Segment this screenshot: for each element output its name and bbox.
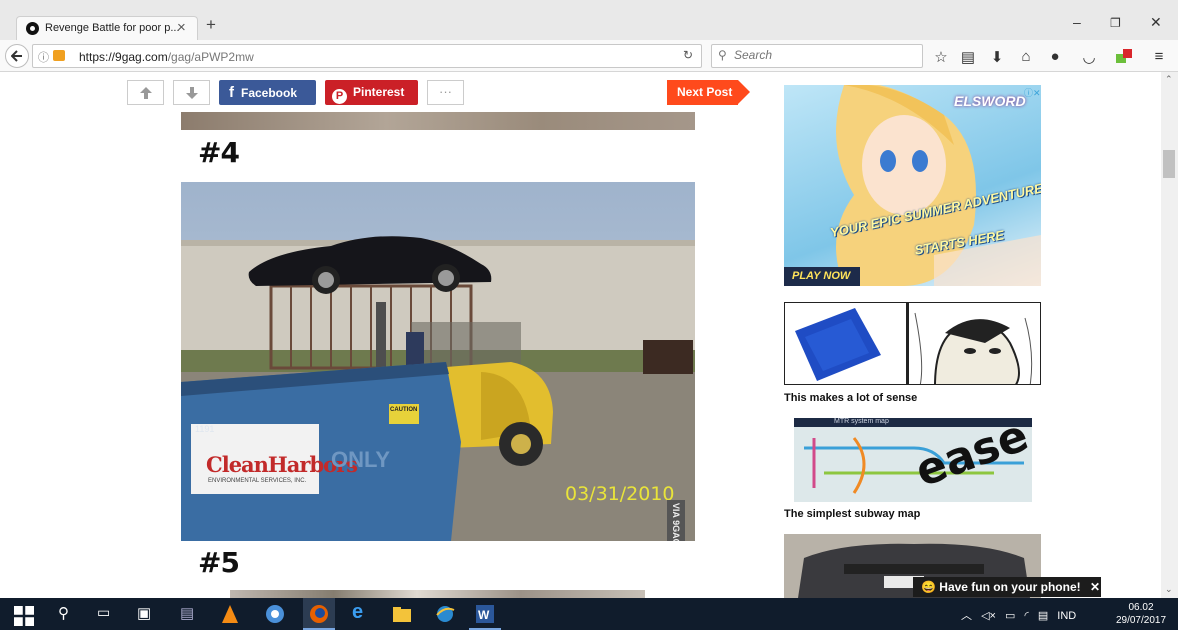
addon-badge-icon <box>1116 49 1132 63</box>
sidebar-caption-1[interactable]: This makes a lot of sense <box>784 392 917 404</box>
show-hidden-icons-icon[interactable]: ︿ <box>961 610 972 622</box>
insecure-lock-icon <box>53 50 65 61</box>
site-info-icon[interactable]: ⓘ <box>38 49 49 65</box>
bookmark-star-icon[interactable]: ☆ <box>931 48 951 66</box>
wifi-icon[interactable]: ◜ <box>1024 610 1028 622</box>
browser-tab[interactable]: Revenge Battle for poor p... × <box>16 16 198 40</box>
browser-app-icon[interactable] <box>265 604 285 624</box>
clock-time: 06.02 <box>1128 602 1154 613</box>
firefox-icon <box>310 605 328 623</box>
action-center-icon[interactable]: ▤ <box>1038 610 1048 622</box>
toast-close-icon[interactable]: ✕ <box>1090 580 1100 594</box>
pinterest-label: Pinterest <box>353 85 405 99</box>
previous-image-strip <box>181 112 695 130</box>
web-page: f Facebook P Pinterest ··· Next Post #4 <box>0 72 1178 598</box>
facebook-label: Facebook <box>241 86 298 100</box>
restore-button[interactable]: ❐ <box>1110 16 1121 30</box>
post-image[interactable]: CleanHarbors ENVIRONMENTAL SERVICES, INC… <box>181 182 695 541</box>
url-text[interactable]: https://9gag.com/gag/aPWP2mw <box>79 50 254 64</box>
pinterest-share-button[interactable]: P Pinterest <box>325 80 418 105</box>
addon-icon[interactable] <box>1114 48 1134 68</box>
sidebar-thumbnail-1[interactable] <box>784 302 1041 385</box>
down-arrow-icon <box>185 87 198 99</box>
clock-date: 29/07/2017 <box>1115 615 1167 626</box>
pinterest-icon: P <box>332 89 347 104</box>
address-bar[interactable]: ⓘ https://9gag.com/gag/aPWP2mw ↻ <box>32 44 702 68</box>
9gag-favicon-icon <box>26 22 39 35</box>
next-image-strip <box>230 590 645 598</box>
tab-close-icon[interactable]: × <box>177 19 186 36</box>
up-arrow-icon <box>139 87 152 99</box>
svg-text:W: W <box>478 608 490 622</box>
section-heading-4: #4 <box>198 136 240 169</box>
search-box[interactable]: ⚲ <box>711 44 923 68</box>
scrollbar-thumb[interactable] <box>1163 150 1175 178</box>
ad-brand-logo: ELSWORD <box>954 93 1026 109</box>
chat-icon[interactable]: ● <box>1045 48 1065 65</box>
tab-strip: Revenge Battle for poor p... × + – ❐ ✕ <box>0 0 1178 40</box>
windows-start-icon[interactable] <box>14 606 34 626</box>
firefox-taskbar-active[interactable] <box>303 598 335 630</box>
more-share-button[interactable]: ··· <box>427 80 464 105</box>
window-close-button[interactable]: ✕ <box>1150 14 1162 31</box>
edge-icon[interactable]: e <box>352 601 372 623</box>
image-date-stamp: 03/31/2010 <box>565 483 675 505</box>
battery-icon[interactable]: ▭ <box>1005 610 1015 622</box>
file-explorer-icon[interactable] <box>392 604 412 624</box>
taskbar-clock[interactable]: 06.02 29/07/2017 <box>1109 601 1173 627</box>
input-language[interactable]: IND <box>1057 610 1076 622</box>
bookmarks-library-icon[interactable]: ▤ <box>958 48 978 66</box>
toast-text: 😄 Have fun on your phone! <box>921 580 1081 594</box>
menu-hamburger-icon[interactable]: ≡ <box>1149 48 1169 65</box>
word-icon: W <box>476 605 494 623</box>
caution-sign: CAUTION <box>390 407 418 413</box>
downvote-button[interactable] <box>173 80 210 105</box>
anime-ad-artwork <box>836 85 1041 286</box>
comic-thumbnail <box>795 303 1033 384</box>
vlc-icon[interactable] <box>220 604 240 624</box>
search-input[interactable] <box>734 48 914 62</box>
internet-explorer-icon[interactable] <box>435 604 455 624</box>
section-heading-5: #5 <box>198 546 240 579</box>
photos-app-icon[interactable]: ▤ <box>180 604 200 624</box>
reload-icon[interactable]: ↻ <box>683 48 693 62</box>
toast-notification[interactable]: 😄 Have fun on your phone! ✕ <box>913 577 1101 597</box>
dumpster-number: 1191 <box>195 424 215 434</box>
store-icon[interactable]: ▣ <box>137 604 157 624</box>
taskbar-search-icon[interactable]: ⚲ <box>58 604 78 624</box>
windows-taskbar: ⚲ ▭ ▣ ▤ e W ︿ ◁× ▭ ◜ ▤ IND 06.02 29/07/2… <box>0 598 1178 630</box>
sidebar-caption-2[interactable]: The simplest subway map <box>784 508 920 520</box>
watermark-box: VIA 9GAG.COM <box>667 500 685 541</box>
minimize-button[interactable]: – <box>1073 14 1081 30</box>
next-post-button[interactable]: Next Post <box>667 80 750 105</box>
ad-play-now-button[interactable]: PLAY NOW <box>784 267 860 286</box>
via-9gag-watermark: VIA 9GAG.COM <box>671 502 681 541</box>
dumpster-text: ONLY <box>331 447 391 472</box>
facebook-share-button[interactable]: f Facebook <box>219 80 316 105</box>
navigation-toolbar: ⓘ https://9gag.com/gag/aPWP2mw ↻ ⚲ ☆ ▤ ⬇… <box>0 40 1178 72</box>
task-view-icon[interactable]: ▭ <box>97 604 117 624</box>
sidebar-thumbnail-2[interactable]: MTR system map ease <box>794 418 1032 502</box>
search-icon: ⚲ <box>718 48 727 62</box>
home-icon[interactable]: ⌂ <box>1016 48 1036 65</box>
scroll-down-arrow-icon[interactable]: ⌄ <box>1165 584 1173 595</box>
advertisement-banner[interactable]: ELSWORD ⓘ✕ YOUR EPIC SUMMER ADVENTURE ST… <box>784 85 1041 286</box>
pocket-icon[interactable]: ◡ <box>1079 48 1099 66</box>
downloads-icon[interactable]: ⬇ <box>987 48 1007 66</box>
system-tray: ︿ ◁× ▭ ◜ ▤ IND <box>961 607 1076 623</box>
word-taskbar-item[interactable]: W <box>469 598 501 630</box>
tab-title: Revenge Battle for poor p... <box>45 22 180 34</box>
back-arrow-icon <box>10 50 22 62</box>
back-button[interactable] <box>5 44 29 68</box>
scroll-up-arrow-icon[interactable]: ⌃ <box>1165 74 1173 85</box>
new-tab-button[interactable]: + <box>206 15 216 35</box>
facebook-icon: f <box>229 84 234 101</box>
upvote-button[interactable] <box>127 80 164 105</box>
volume-icon[interactable]: ◁× <box>981 610 996 622</box>
ad-close-icon[interactable]: ⓘ✕ <box>1024 86 1041 99</box>
dumpster-subtitle: ENVIRONMENTAL SERVICES, INC. <box>208 478 307 484</box>
